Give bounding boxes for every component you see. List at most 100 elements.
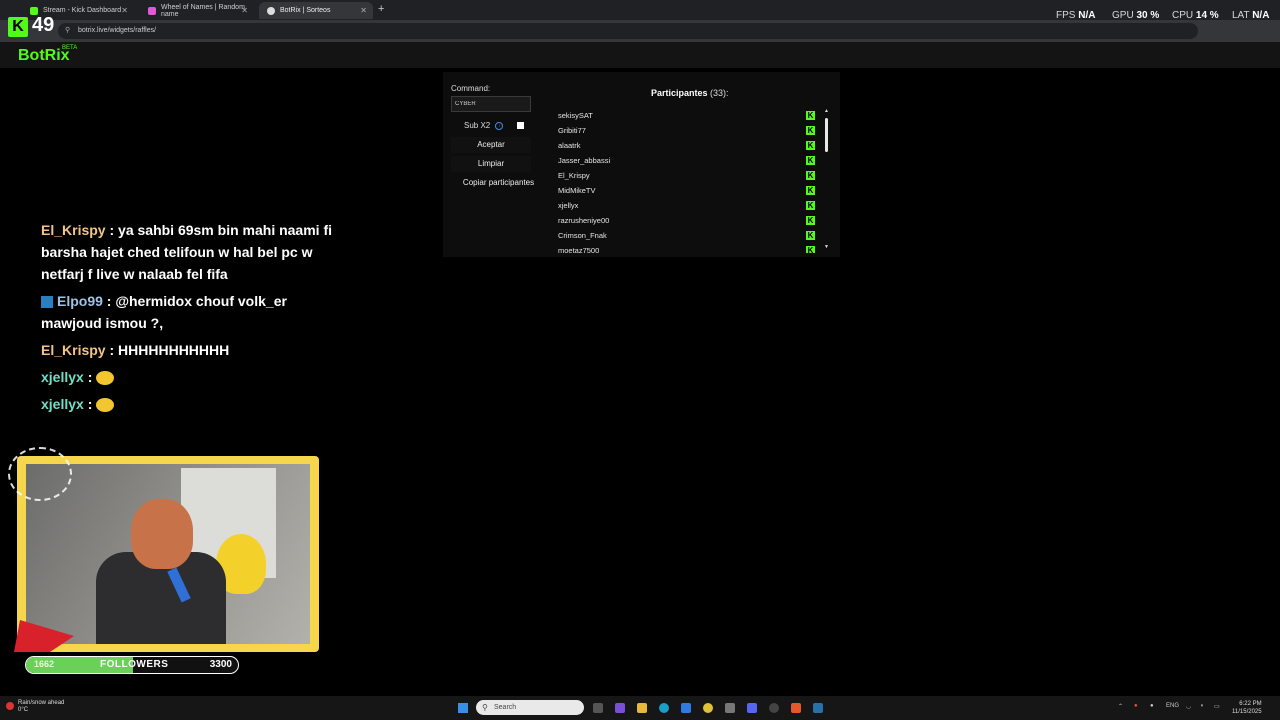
chat-message: xjellyx : (41, 366, 351, 388)
goal-current: 1662 (34, 659, 55, 669)
list-item: xjellyx K (558, 201, 815, 210)
battery-icon[interactable]: ▭ (1214, 703, 1220, 710)
edge-icon[interactable] (659, 703, 669, 713)
weather-widget[interactable]: Rain/snow ahead 0°C (18, 700, 64, 714)
file-explorer-icon[interactable] (637, 703, 647, 713)
taskbar-search[interactable]: ⚲ Search (476, 700, 584, 715)
tab-title: BotRix | Sorteos (280, 7, 331, 14)
beta-badge: BETA (62, 45, 78, 51)
copy-participants-button[interactable]: Copiar participantes (451, 175, 546, 191)
botrix-favicon-icon (267, 6, 275, 15)
kick-platform-icon: K (806, 171, 815, 180)
chat-username: xjellyx (41, 369, 84, 385)
streamer-head-image (131, 499, 193, 569)
kick-platform-icon: K (806, 186, 815, 195)
weather-text: Rain/snow ahead (18, 700, 65, 706)
sub-x2-label: Sub X2 (464, 121, 491, 130)
list-item: alaatrk K (558, 141, 815, 150)
close-tab-icon[interactable]: ✕ (121, 6, 128, 15)
tab-botrix-sorteos[interactable]: BotRix | Sorteos ✕ (259, 2, 373, 19)
tray-chevron-icon[interactable]: ⌃ (1118, 703, 1123, 710)
chat-username: El_Krispy (41, 342, 106, 358)
mail-icon[interactable] (681, 703, 691, 713)
site-info-icon[interactable]: ⚲ (65, 23, 70, 39)
steam-icon[interactable] (813, 703, 823, 713)
sub-x2-checkbox[interactable] (517, 122, 524, 129)
chat-overlay: El_Krispy : ya sahbi 69sm bin mahi naami… (41, 219, 351, 420)
kick-platform-icon: K (806, 246, 815, 253)
new-tab-button[interactable]: + (378, 3, 384, 15)
followers-goal-bar: 1662 FOLLOWERS 3300 (25, 656, 239, 674)
chat-username: El_Krispy (41, 222, 106, 238)
viewer-count: 49 (32, 14, 55, 36)
chat-text: : (87, 396, 93, 412)
sub-badge-icon (41, 296, 53, 309)
chat-username: Elpo99 (57, 293, 103, 309)
kick-platform-icon: K (806, 156, 815, 165)
wifi-icon[interactable]: ◡ (1186, 703, 1191, 710)
participants-list[interactable]: sekisySAT K Gribiti77 K alaatrk K Jasser_ab… (555, 110, 817, 253)
close-tab-icon[interactable]: ✕ (241, 6, 248, 15)
kick-platform-icon: K (806, 141, 815, 150)
scrollbar-thumb[interactable] (825, 118, 828, 152)
webcam-feed (26, 464, 310, 644)
weather-icon[interactable] (6, 702, 14, 710)
list-item: razrusheniye00 K (558, 216, 815, 225)
close-tab-icon[interactable]: ✕ (360, 6, 367, 15)
list-scrollbar[interactable]: ▲ ▼ (824, 108, 830, 253)
kick-platform-icon: K (806, 126, 815, 135)
list-item: Jasser_abbassi K (558, 156, 815, 165)
volume-icon[interactable]: ◖ (1200, 703, 1204, 709)
clear-button[interactable]: Limpiar (451, 156, 531, 172)
tray-app-icon[interactable]: ● (1134, 703, 1138, 709)
kick-platform-icon: K (806, 231, 815, 240)
participants-title: Participantes (33): (651, 88, 729, 98)
chat-message: El_Krispy : ya sahbi 69sm bin mahi naami… (41, 219, 351, 285)
weather-temp: 0°C (18, 707, 29, 713)
tab-wheel-of-names[interactable]: Wheel of Names | Random name ✕ (140, 2, 254, 19)
windows-taskbar: Rain/snow ahead 0°C ⚲ Search ⌃ ● ● ENG ◡… (0, 696, 1280, 720)
scroll-down-arrow-icon[interactable]: ▼ (824, 244, 829, 250)
list-item: sekisySAT K (558, 111, 815, 120)
info-icon[interactable]: i (495, 121, 504, 130)
obs-icon[interactable] (769, 703, 779, 713)
chat-username: xjellyx (41, 396, 84, 412)
system-clock[interactable]: 6:22 PM 11/15/2025 (1232, 700, 1262, 716)
botrix-header: BotRix BETA (0, 42, 1280, 68)
command-input[interactable] (451, 96, 531, 112)
url-field[interactable]: ⚲ botrix.live/widgets/raffles/ (58, 23, 1198, 39)
scroll-up-arrow-icon[interactable]: ▲ (824, 108, 829, 114)
list-item: El_Krispy K (558, 171, 815, 180)
wheel-favicon-icon (148, 6, 156, 15)
microphone-icon[interactable]: ● (1150, 703, 1154, 709)
chrome-icon[interactable] (703, 703, 713, 713)
brave-icon[interactable] (791, 703, 801, 713)
kick-platform-icon: K (806, 111, 815, 120)
language-indicator[interactable]: ENG (1166, 703, 1179, 709)
chat-message: El_Krispy : HHHHHHHHHHH (41, 339, 351, 361)
accept-button[interactable]: Aceptar (451, 137, 531, 153)
windows-start-icon[interactable] (458, 703, 468, 713)
discord-icon[interactable] (747, 703, 757, 713)
list-item: Crimson_Fnak K (558, 231, 815, 240)
kick-logo-icon: K (8, 17, 28, 37)
chat-text: : (87, 369, 93, 385)
list-item: moetaz7500 K (558, 246, 815, 253)
search-icon: ⚲ (482, 703, 488, 712)
browser-tab-bar: Stream - Kick Dashboard ✕ Wheel of Names… (0, 0, 1280, 21)
tab-title: Stream - Kick Dashboard (43, 7, 122, 14)
raffle-panel: Command: Sub X2 i Aceptar Limpiar Copiar… (443, 72, 840, 257)
clock-date: 11/15/2025 (1232, 709, 1262, 715)
list-item: Gribiti77 K (558, 126, 815, 135)
kick-platform-icon: K (806, 216, 815, 225)
app-icon[interactable] (725, 703, 735, 713)
url-text: botrix.live/widgets/raffles/ (78, 27, 157, 34)
chat-message: xjellyx : (41, 393, 351, 415)
chat-message: Elpo99 : @hermidox chouf volk_er mawjoud… (41, 290, 351, 334)
goal-target: 3300 (209, 659, 232, 670)
list-item: MidMikeTV K (558, 186, 815, 195)
task-view-icon[interactable] (593, 703, 603, 713)
clock-time: 6:22 PM (1239, 701, 1262, 707)
app-icon[interactable] (615, 703, 625, 713)
emote-icon (96, 371, 115, 386)
